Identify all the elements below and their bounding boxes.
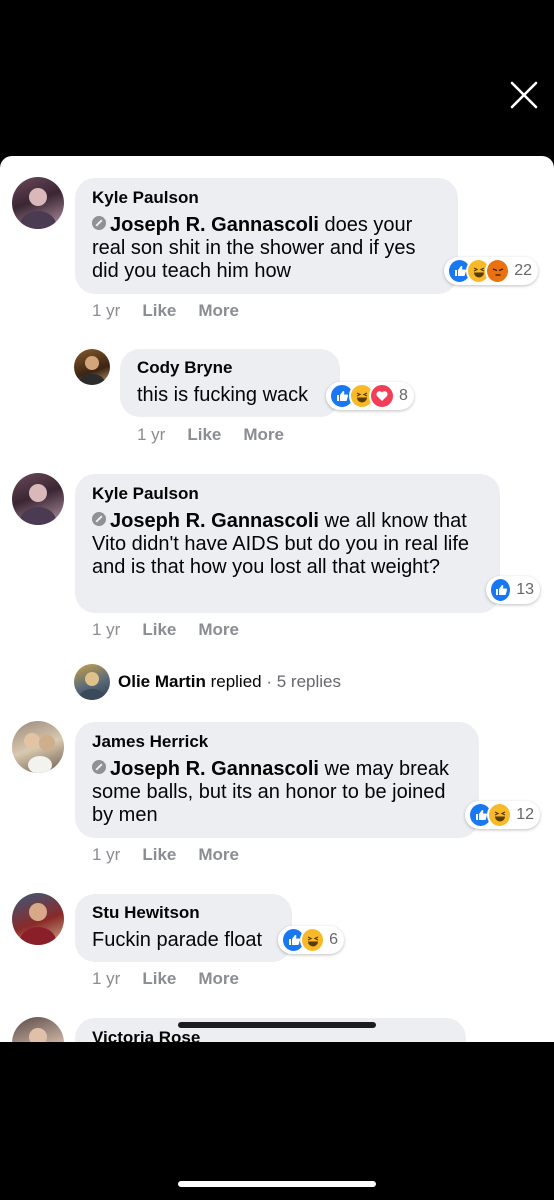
comment-time[interactable]: 1 yr (92, 845, 120, 864)
avatar[interactable] (74, 349, 110, 385)
tagged-name[interactable]: Joseph R. Gannascoli (110, 510, 319, 532)
home-indicator (178, 1181, 376, 1187)
reaction-count: 8 (399, 387, 408, 404)
reaction-summary[interactable]: 6 (278, 926, 344, 954)
reaction-count: 13 (516, 581, 534, 598)
close-icon (510, 81, 538, 109)
avatar[interactable] (12, 1017, 64, 1042)
close-button[interactable] (507, 78, 541, 112)
haha-reaction-icon (487, 802, 513, 828)
comment-text: Joseph R. Gannascoli does your real son … (92, 214, 442, 283)
comment-bubble: Kyle Paulson Joseph R. Gannascoli we all… (75, 474, 500, 613)
reaction-summary[interactable]: 12 (465, 801, 540, 829)
more-button[interactable]: More (198, 620, 239, 639)
reaction-count: 12 (516, 806, 534, 823)
reply-count: · 5 replies (261, 672, 341, 691)
view-replies-link[interactable]: Olie Martin replied · 5 replies (118, 672, 341, 692)
comment-actions: 1 yr Like More (92, 301, 261, 321)
haha-reaction-icon (300, 927, 326, 953)
replier-name: Olie Martin (118, 672, 206, 691)
comment-time[interactable]: 1 yr (137, 425, 165, 444)
comment-time[interactable]: 1 yr (92, 620, 120, 639)
comment-bubble: Kyle Paulson Joseph R. Gannascoli does y… (75, 178, 458, 294)
like-button[interactable]: Like (187, 425, 221, 444)
avatar[interactable] (74, 664, 110, 700)
tag-icon (92, 216, 106, 230)
comment-actions: 1 yr Like More (137, 425, 306, 445)
comment-text: Joseph R. Gannascoli we may break some b… (92, 758, 463, 827)
comment-bubble: James Herrick Joseph R. Gannascoli we ma… (75, 722, 479, 838)
more-button[interactable]: More (198, 845, 239, 864)
comment-body: Fuckin parade float (92, 929, 263, 951)
avatar[interactable] (12, 721, 64, 773)
avatar[interactable] (12, 473, 64, 525)
like-button[interactable]: Like (142, 845, 176, 864)
like-button[interactable]: Like (142, 969, 176, 988)
comment-body: this is fucking wack (137, 384, 309, 406)
home-indicator (178, 1022, 376, 1028)
reaction-count: 22 (514, 262, 532, 279)
tag-icon (92, 512, 106, 526)
more-button[interactable]: More (198, 301, 239, 320)
angry-reaction-icon (485, 258, 511, 284)
more-button[interactable]: More (198, 969, 239, 988)
comment-author[interactable]: Kyle Paulson (92, 484, 484, 504)
comment-actions: 1 yr Like More (92, 620, 261, 640)
comment-bubble: Stu Hewitson Fuckin parade float (75, 894, 292, 962)
tagged-name[interactable]: Joseph R. Gannascoli (110, 758, 319, 780)
comment-bubble: Cody Bryne this is fucking wack (120, 349, 340, 417)
like-reaction-icon (489, 577, 513, 603)
like-button[interactable]: Like (142, 301, 176, 320)
comment-author[interactable]: James Herrick (92, 732, 463, 752)
comment-author[interactable]: Stu Hewitson (92, 903, 276, 923)
reaction-summary[interactable]: 8 (326, 382, 414, 410)
tagged-name[interactable]: Joseph R. Gannascoli (110, 214, 319, 236)
reaction-count: 6 (329, 931, 338, 948)
reaction-summary[interactable]: 22 (444, 257, 538, 285)
more-button[interactable]: More (243, 425, 284, 444)
avatar[interactable] (12, 893, 64, 945)
reaction-summary[interactable]: 13 (486, 576, 540, 604)
comment-author[interactable]: Cody Bryne (137, 358, 324, 378)
comment-time[interactable]: 1 yr (92, 969, 120, 988)
comment-text: Joseph R. Gannascoli we all know that Vi… (92, 510, 484, 579)
comment-author[interactable]: Kyle Paulson (92, 188, 442, 208)
like-button[interactable]: Like (142, 620, 176, 639)
tag-icon (92, 760, 106, 774)
comment-actions: 1 yr Like More (92, 845, 261, 865)
comment-actions: 1 yr Like More (92, 969, 261, 989)
love-reaction-icon (369, 383, 395, 409)
comment-time[interactable]: 1 yr (92, 301, 120, 320)
comments-sheet: Kyle Paulson Joseph R. Gannascoli does y… (0, 156, 554, 1042)
replied-label: replied (205, 672, 262, 691)
avatar[interactable] (12, 177, 64, 229)
comment-author[interactable]: Victoria Rose (92, 1028, 450, 1042)
